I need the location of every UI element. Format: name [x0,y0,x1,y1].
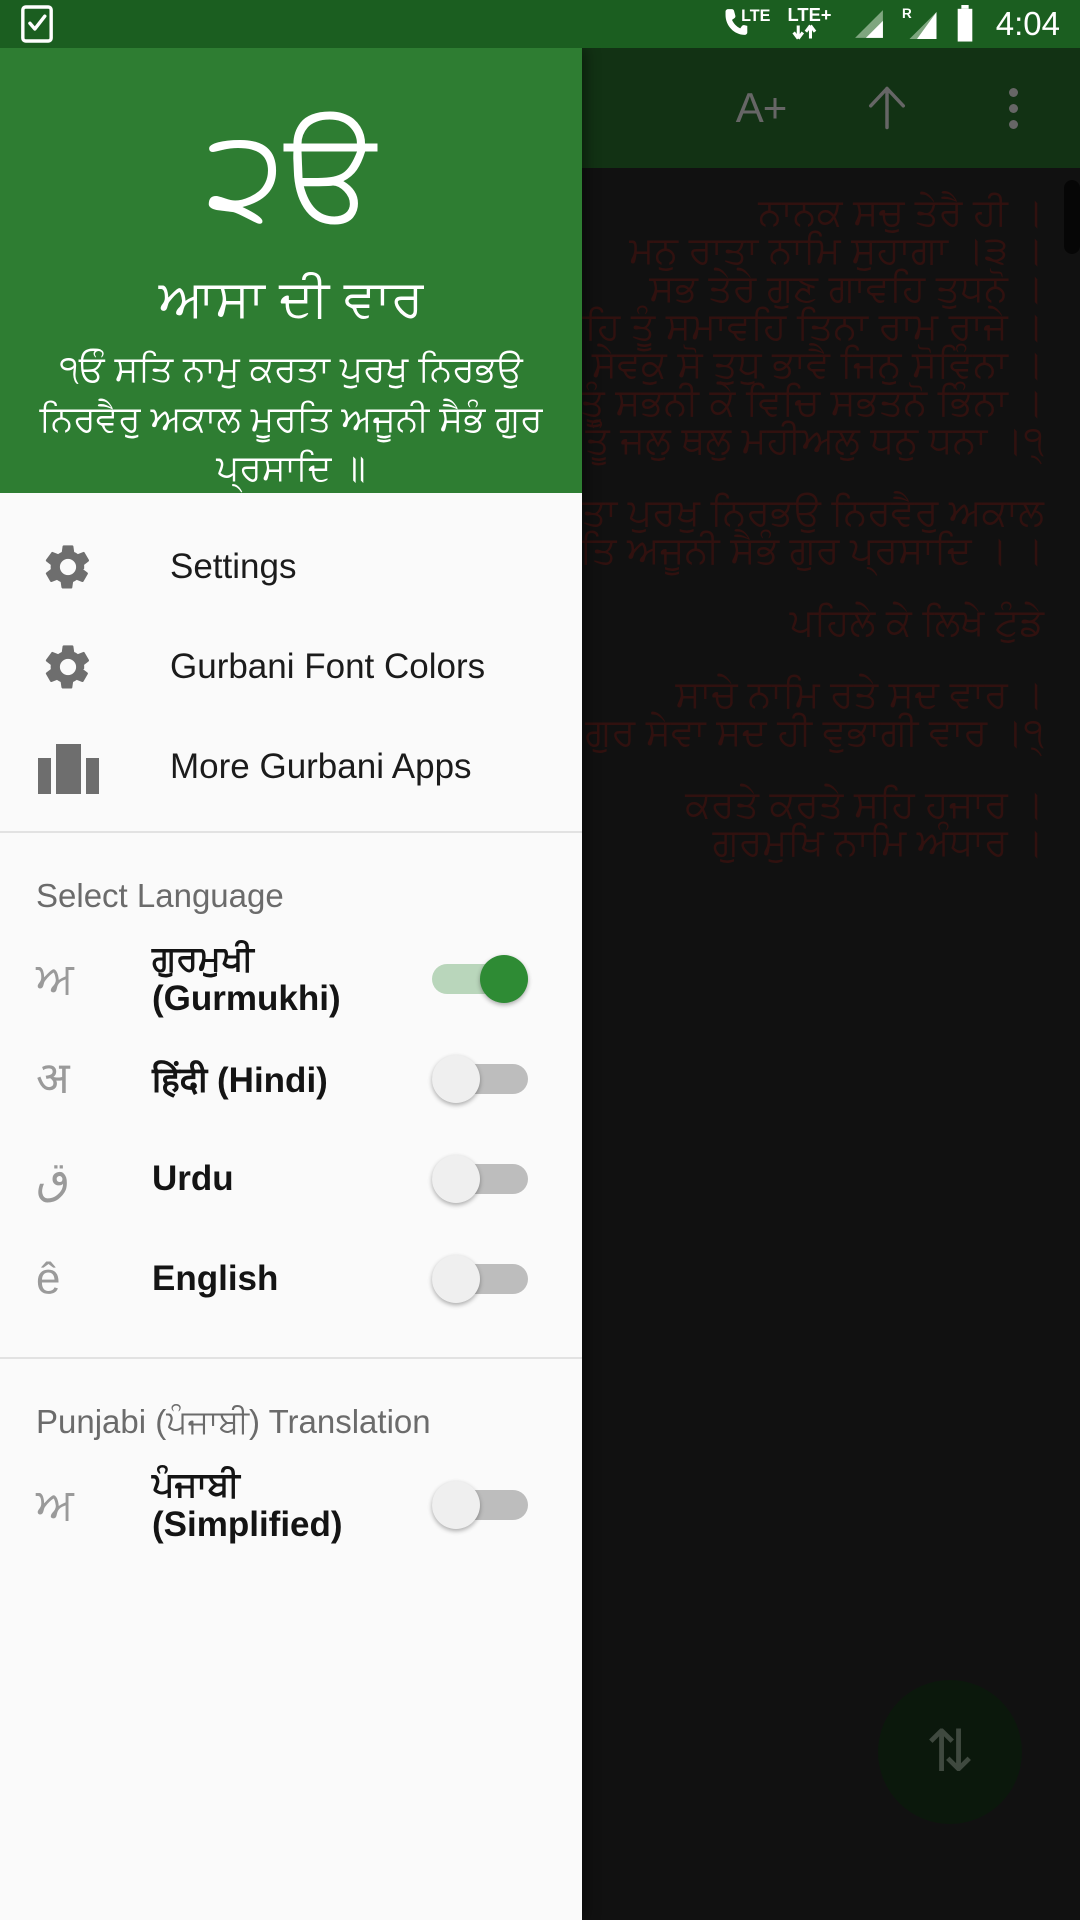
language-label: Urdu [152,1159,234,1198]
gear-icon [30,640,106,694]
apps-bars-icon [30,740,106,794]
language-label: ਗੁਰਮੁਖੀ (Gurmukhi) [152,939,341,1018]
app-title: ਆਸਾ ਦੀ ਵਾਰ [158,269,424,328]
navigation-drawer: ੨ੳ ਆਸਾ ਦੀ ਵਾਰ ੧ਓੰ ਸਤਿ ਨਾਮੁ ਕਰਤਾ ਪੁਰਖੁ ਨਿ… [0,48,582,1920]
language-row-hindi[interactable]: अ हिंदी (Hindi) [0,1029,582,1129]
status-bar-left [20,4,54,44]
language-row-gurmukhi[interactable]: ਅ ਗੁਰਮੁਖੀ (Gurmukhi) [0,929,582,1029]
language-label: English [152,1259,279,1298]
latin-script-icon: ê [36,1254,61,1303]
gurmukhi-script-icon: ਅ [36,1480,74,1529]
menu-item-label: More Gurbani Apps [170,747,472,786]
drawer-menu-list: Settings Gurbani Font Colors More Gurban… [0,493,582,817]
phone-screen: A+ ਨਾਨਕ ਸਚੁ ਤੇਰੈ ਹੀ ।ਮਨੁ ਰਾਤਾ ਨਾਮਿ ਸੁਹਾਗ… [0,0,1080,1920]
lte-plus-data-icon: LTE+ [786,4,838,44]
translation-toggle-punjabi-simplified[interactable] [432,1481,528,1529]
menu-item-settings[interactable]: Settings [0,517,582,617]
status-bar-right: LTE LTE+ R 4:04 [722,4,1060,44]
drawer-header: ੨ੳ ਆਸਾ ਦੀ ਵਾਰ ੧ਓੰ ਸਤਿ ਨਾਮੁ ਕਰਤਾ ਪੁਰਖੁ ਨਿ… [0,48,582,493]
battery-icon [954,5,976,43]
gear-icon [30,540,106,594]
call-lte-icon: LTE [722,6,772,42]
menu-item-gurbani-font-colors[interactable]: Gurbani Font Colors [0,617,582,717]
devanagari-script-icon: अ [36,1054,70,1103]
ik-onkar-symbol: ੨ੳ [206,104,376,246]
translation-label: ਪੰਜਾਬੀ (Simplified) [152,1465,343,1544]
menu-item-label: Gurbani Font Colors [170,647,486,686]
menu-item-more-gurbani-apps[interactable]: More Gurbani Apps [0,717,582,817]
svg-text:R: R [902,6,912,21]
svg-text:LTE+: LTE+ [787,4,831,25]
language-row-urdu[interactable]: ق Urdu [0,1129,582,1229]
arabic-script-icon: ق [36,1154,71,1203]
menu-item-label: Settings [170,547,297,586]
language-toggle-english[interactable] [432,1255,528,1303]
gurmukhi-script-icon: ਅ [36,954,74,1003]
language-toggle-urdu[interactable] [432,1155,528,1203]
roaming-signal-icon: R [900,6,940,42]
select-language-header: Select Language [36,877,284,914]
language-label: हिंदी (Hindi) [152,1060,328,1100]
language-toggle-gurmukhi[interactable] [432,955,528,1003]
clock: 4:04 [995,5,1060,42]
status-bar: LTE LTE+ R 4:04 [0,0,1080,48]
signal-bar-icon [852,8,886,40]
punjabi-translation-header: Punjabi (ਪੰਜਾਬੀ) Translation [36,1403,431,1440]
language-row-english[interactable]: ê English [0,1229,582,1329]
svg-text:LTE: LTE [741,7,771,25]
mool-mantar-text: ੧ਓੰ ਸਤਿ ਨਾਮੁ ਕਰਤਾ ਪੁਰਖੁ ਨਿਰਭਉ ਨਿਰਵੈਰੁ ਅਕ… [39,347,543,489]
checkbox-note-icon [20,4,54,44]
translation-row-punjabi-simplified[interactable]: ਅ ਪੰਜਾਬੀ (Simplified) [0,1455,582,1555]
language-toggle-hindi[interactable] [432,1055,528,1103]
